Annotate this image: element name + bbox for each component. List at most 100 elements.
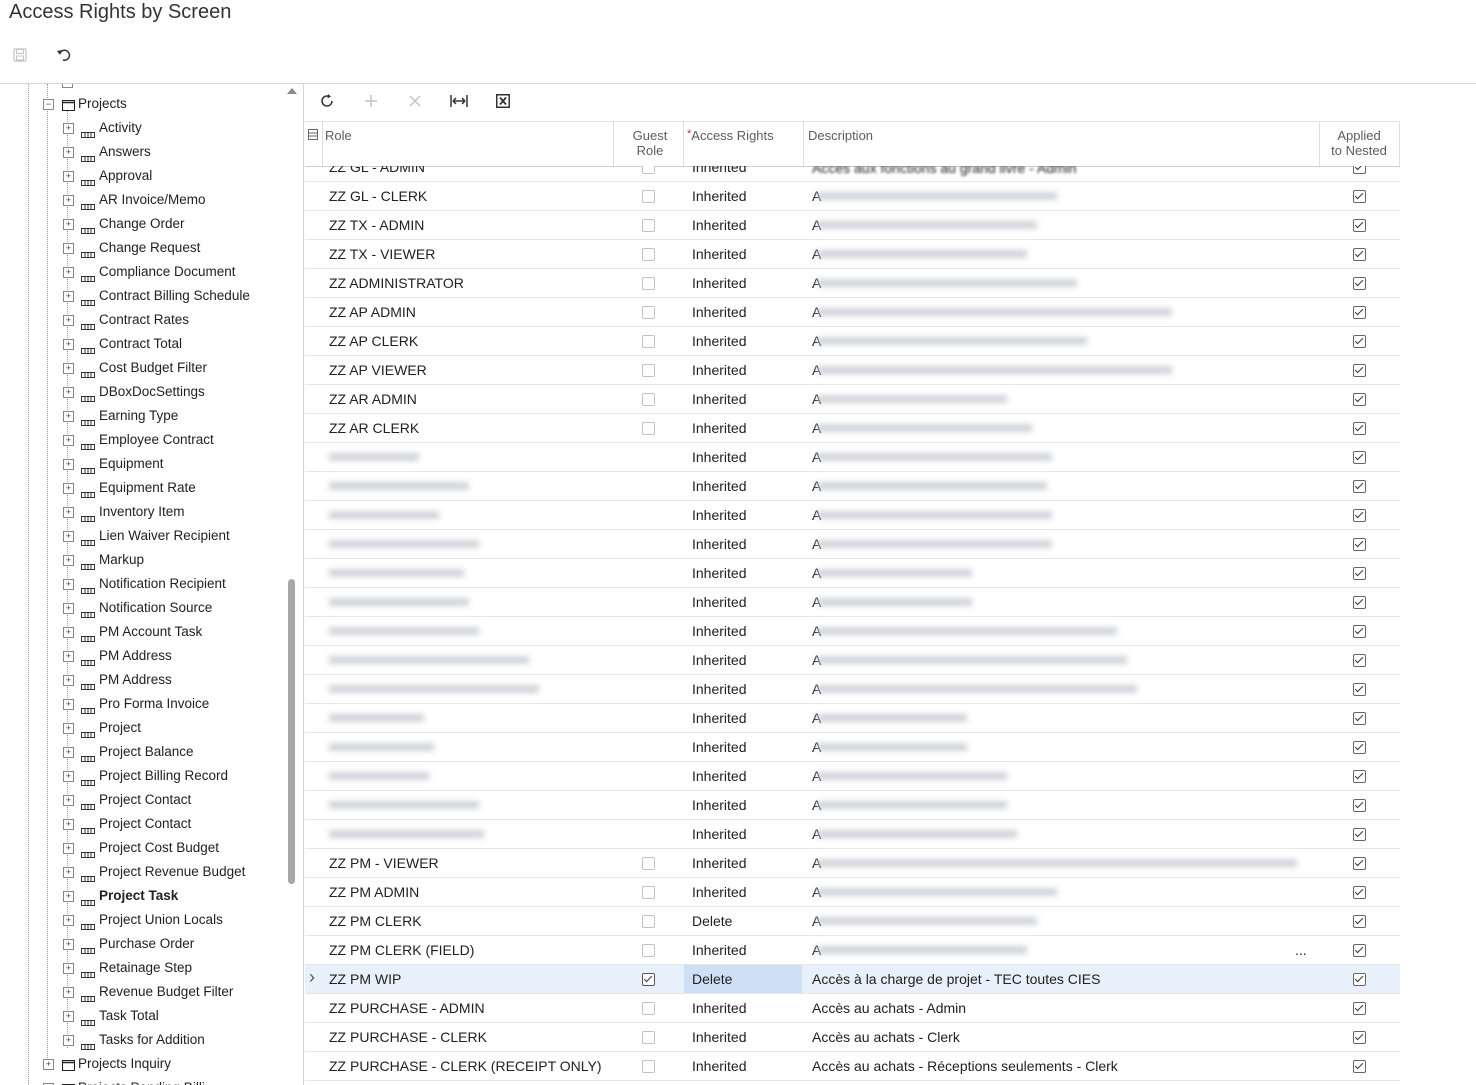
tree-item[interactable]: Cost Budget Filter bbox=[99, 356, 207, 380]
guest-role-checkbox[interactable] bbox=[642, 248, 655, 261]
table-row[interactable]: ZZ GL - CLERKInheritedA bbox=[305, 182, 1400, 211]
table-row[interactable]: ZZ AP VIEWERInheritedA bbox=[305, 356, 1400, 385]
role-cell[interactable]: ZZ AP CLERK bbox=[329, 327, 418, 355]
guest-role-checkbox[interactable] bbox=[642, 973, 655, 986]
table-row[interactable]: InheritedA bbox=[305, 820, 1400, 849]
table-row[interactable]: ZZ GL - ADMIN Inherited Accès aux fonction… bbox=[305, 166, 1400, 182]
table-row[interactable]: InheritedA bbox=[305, 646, 1400, 675]
node-expander[interactable]: + bbox=[63, 915, 74, 926]
undo-icon[interactable] bbox=[53, 44, 75, 66]
access-rights-cell[interactable]: Inherited bbox=[692, 791, 746, 819]
node-expander[interactable]: + bbox=[63, 291, 74, 302]
node-expander[interactable]: + bbox=[63, 987, 74, 998]
table-row[interactable]: ZZ PURCHASE - ADMIN Inherited Accès au ach… bbox=[305, 994, 1400, 1023]
add-icon[interactable] bbox=[360, 90, 382, 112]
access-rights-cell[interactable]: Inherited bbox=[692, 182, 746, 210]
table-row[interactable]: ZZ AR CLERKInheritedA bbox=[305, 414, 1400, 443]
table-row[interactable]: InheritedA bbox=[305, 617, 1400, 646]
applied-to-nested-checkbox[interactable] bbox=[1353, 683, 1366, 696]
table-row[interactable]: InheritedA bbox=[305, 559, 1400, 588]
table-row[interactable]: ZZ ADMINISTRATORInheritedA bbox=[305, 269, 1400, 298]
guest-role-checkbox[interactable] bbox=[642, 1002, 655, 1015]
tree-item[interactable]: Notification Source bbox=[99, 596, 212, 620]
tree-item[interactable]: Employee Contract bbox=[99, 428, 214, 452]
node-expander[interactable]: + bbox=[63, 747, 74, 758]
refresh-icon[interactable] bbox=[316, 90, 338, 112]
grid-settings-icon[interactable] bbox=[308, 129, 318, 140]
applied-to-nested-checkbox[interactable] bbox=[1353, 973, 1366, 986]
applied-to-nested-checkbox[interactable] bbox=[1353, 364, 1366, 377]
table-row[interactable]: ZZ PURCHASE - CLERK (RECEIPT ONLY) Inheri… bbox=[305, 1052, 1400, 1081]
description-cell[interactable]: Accès à la charge de projet - TEC toutes… bbox=[812, 965, 1100, 993]
table-row[interactable]: InheritedA bbox=[305, 530, 1400, 559]
col-access-rights[interactable]: *Access Rights bbox=[684, 122, 804, 166]
tree-item[interactable]: Lien Waiver Recipient bbox=[99, 524, 230, 548]
guest-role-checkbox[interactable] bbox=[642, 306, 655, 319]
tree-item[interactable]: Approval bbox=[99, 164, 152, 188]
access-rights-cell[interactable]: Inherited bbox=[692, 501, 746, 529]
access-rights-cell[interactable]: Inherited bbox=[692, 385, 746, 413]
tree-item[interactable]: PM Account Task bbox=[99, 620, 202, 644]
tree-item[interactable]: PM Address bbox=[99, 644, 172, 668]
access-rights-cell[interactable]: Inherited bbox=[692, 1052, 746, 1080]
table-row[interactable]: InheritedA bbox=[305, 791, 1400, 820]
access-rights-cell[interactable]: Delete bbox=[692, 965, 732, 993]
table-row[interactable]: ZZ AP ADMINInheritedA bbox=[305, 298, 1400, 327]
node-expander[interactable]: + bbox=[63, 123, 74, 134]
delete-icon[interactable] bbox=[404, 90, 426, 112]
tree-item[interactable]: Project Billing Record bbox=[99, 764, 228, 788]
role-cell[interactable]: ZZ PURCHASE - ADMIN bbox=[329, 994, 485, 1022]
tree-item[interactable]: Contract Billing Schedule bbox=[99, 284, 250, 308]
tree-item[interactable]: Equipment bbox=[99, 452, 164, 476]
tree-item[interactable]: Task Total bbox=[99, 1004, 159, 1028]
col-applied-nested[interactable]: Applied to Nested bbox=[1320, 122, 1400, 166]
node-expander[interactable]: + bbox=[63, 267, 74, 278]
table-row[interactable]: ZZ PM - VIEWERInheritedA bbox=[305, 849, 1400, 878]
tree-item[interactable]: Project Revenue Budget bbox=[99, 860, 245, 884]
node-expander[interactable]: + bbox=[63, 627, 74, 638]
applied-to-nested-checkbox[interactable] bbox=[1353, 1031, 1366, 1044]
role-cell[interactable]: ZZ PM WIP bbox=[329, 965, 401, 993]
access-rights-cell[interactable]: Inherited bbox=[692, 327, 746, 355]
table-row[interactable]: InheritedA bbox=[305, 675, 1400, 704]
tree-item[interactable]: Revenue Budget Filter bbox=[99, 980, 233, 1004]
access-rights-cell[interactable]: Inherited bbox=[692, 356, 746, 384]
node-expander[interactable]: + bbox=[63, 579, 74, 590]
applied-to-nested-checkbox[interactable] bbox=[1353, 219, 1366, 232]
save-icon[interactable] bbox=[9, 44, 31, 66]
table-row[interactable]: InheritedA bbox=[305, 588, 1400, 617]
applied-to-nested-checkbox[interactable] bbox=[1353, 1002, 1366, 1015]
guest-role-checkbox[interactable] bbox=[642, 857, 655, 870]
tree-item[interactable]: Inventory Item bbox=[99, 500, 185, 524]
access-rights-cell[interactable]: Inherited bbox=[692, 820, 746, 848]
role-cell[interactable]: ZZ PM CLERK bbox=[329, 907, 422, 935]
description-cell[interactable]: Accès au achats - Admin bbox=[812, 994, 966, 1022]
table-row[interactable]: InheritedA bbox=[305, 762, 1400, 791]
role-cell[interactable]: ZZ TX - VIEWER bbox=[329, 240, 435, 268]
applied-to-nested-checkbox[interactable] bbox=[1353, 509, 1366, 522]
node-expander[interactable]: + bbox=[63, 507, 74, 518]
node-expander[interactable]: + bbox=[63, 819, 74, 830]
applied-to-nested-checkbox[interactable] bbox=[1353, 944, 1366, 957]
access-rights-cell[interactable]: Inherited bbox=[692, 646, 746, 674]
guest-role-checkbox[interactable] bbox=[642, 915, 655, 928]
applied-to-nested-checkbox[interactable] bbox=[1353, 567, 1366, 580]
access-rights-cell[interactable]: Inherited bbox=[692, 166, 746, 181]
role-cell[interactable]: ZZ PM ADMIN bbox=[329, 878, 419, 906]
access-rights-cell[interactable]: Inherited bbox=[692, 588, 746, 616]
tree-item[interactable]: Activity bbox=[99, 116, 142, 140]
folder-expander[interactable] bbox=[62, 84, 73, 88]
folder-expander[interactable]: + bbox=[43, 1059, 54, 1070]
tree-item[interactable]: Answers bbox=[99, 140, 151, 164]
applied-to-nested-checkbox[interactable] bbox=[1353, 422, 1366, 435]
table-row[interactable]: InheritedA bbox=[305, 443, 1400, 472]
node-expander[interactable]: + bbox=[63, 411, 74, 422]
table-row[interactable]: ZZ AP CLERKInheritedA bbox=[305, 327, 1400, 356]
tree-item[interactable]: PM Address bbox=[99, 668, 172, 692]
applied-to-nested-checkbox[interactable] bbox=[1353, 190, 1366, 203]
node-expander[interactable]: + bbox=[63, 243, 74, 254]
applied-to-nested-checkbox[interactable] bbox=[1353, 712, 1366, 725]
access-rights-cell[interactable]: Inherited bbox=[692, 472, 746, 500]
excel-export-icon[interactable] bbox=[492, 90, 514, 112]
tree-item[interactable]: Earning Type bbox=[99, 404, 178, 428]
